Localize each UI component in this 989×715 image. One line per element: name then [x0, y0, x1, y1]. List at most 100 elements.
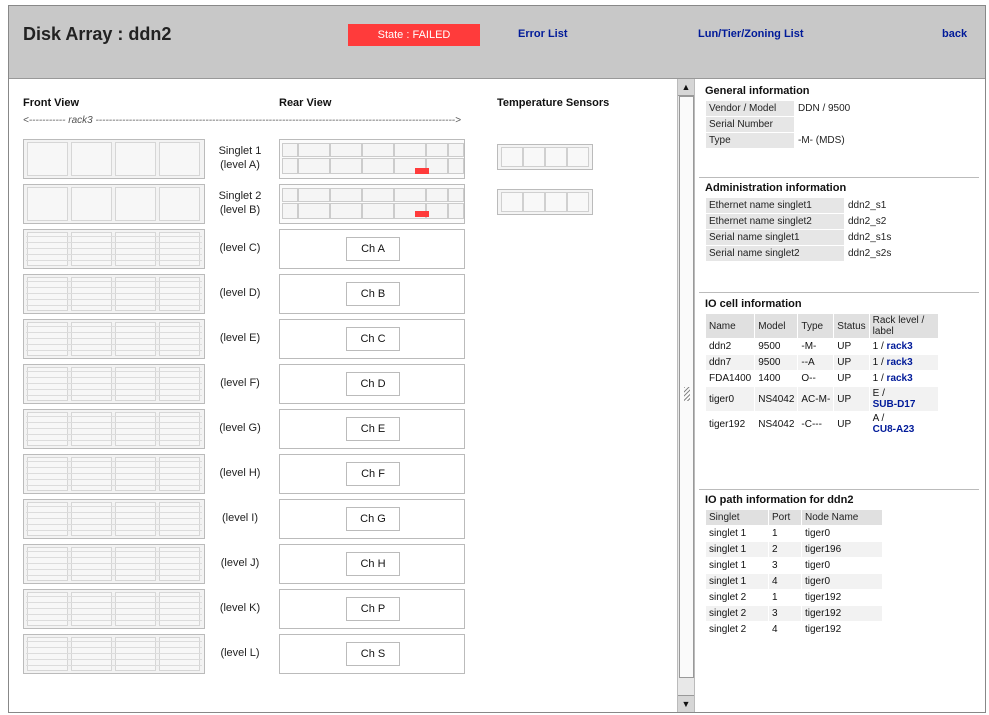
- singlet-rear-panel[interactable]: [279, 139, 465, 179]
- front-enclosure[interactable]: [23, 499, 205, 539]
- front-enclosure[interactable]: [23, 139, 205, 179]
- front-enclosure[interactable]: [23, 589, 205, 629]
- drive-stripe: [26, 248, 202, 249]
- cell-rack: 1 / rack3: [868, 354, 939, 371]
- rack-label[interactable]: rack3: [68, 115, 92, 126]
- channel-rear-panel[interactable]: Ch S: [279, 634, 465, 674]
- level-label: (level G): [219, 422, 261, 434]
- channel-rear-panel[interactable]: Ch E: [279, 409, 465, 449]
- channel-label[interactable]: Ch G: [346, 507, 400, 531]
- rack-label-link[interactable]: rack3: [887, 341, 913, 352]
- temperature-sensor-group[interactable]: [497, 189, 593, 215]
- level-label: (level L): [220, 647, 260, 659]
- rear-module: [282, 158, 298, 174]
- cell-status: UP: [833, 354, 870, 371]
- info-row: Type -M- (MDS): [705, 132, 937, 149]
- table-row[interactable]: singlet 1 3 tiger0: [705, 557, 883, 574]
- front-enclosure[interactable]: [23, 409, 205, 449]
- channel-label[interactable]: Ch P: [346, 597, 400, 621]
- admin-info-title: Administration information: [705, 182, 847, 194]
- grip-icon: [684, 387, 690, 401]
- table-row[interactable]: singlet 2 1 tiger192: [705, 589, 883, 606]
- rear-module: [362, 188, 394, 202]
- front-enclosure[interactable]: [23, 364, 205, 404]
- singlet-rear-panel[interactable]: [279, 184, 465, 224]
- channel-rear-panel[interactable]: Ch F: [279, 454, 465, 494]
- level-label: (level H): [219, 467, 261, 479]
- channel-label[interactable]: Ch H: [346, 552, 400, 576]
- rear-module: [394, 188, 426, 202]
- table-row[interactable]: singlet 1 2 tiger196: [705, 541, 883, 558]
- channel-rear-panel[interactable]: Ch A: [279, 229, 465, 269]
- channel-label[interactable]: Ch F: [346, 462, 400, 486]
- table-row[interactable]: singlet 1 1 tiger0: [705, 525, 883, 542]
- path-node: tiger192: [801, 605, 883, 622]
- drive-stripe: [26, 389, 202, 390]
- front-enclosure[interactable]: [23, 229, 205, 269]
- scroll-up-arrow-icon[interactable]: ▲: [678, 79, 694, 96]
- front-enclosure[interactable]: [23, 184, 205, 224]
- cell-model: 9500: [754, 354, 799, 371]
- rear-module: [362, 143, 394, 157]
- channel-label[interactable]: Ch A: [346, 237, 400, 261]
- rear-module: [362, 158, 394, 174]
- channel-label[interactable]: Ch S: [346, 642, 400, 666]
- lun-tier-zoning-link[interactable]: Lun/Tier/Zoning List: [698, 28, 804, 40]
- front-enclosure[interactable]: [23, 454, 205, 494]
- front-enclosure[interactable]: [23, 544, 205, 584]
- channel-label[interactable]: Ch C: [346, 327, 400, 351]
- singlet-level: (level A): [220, 159, 260, 171]
- table-row[interactable]: tiger192 NS4042 -C--- UP A / CU8-A23: [704, 411, 939, 437]
- rack-label-link[interactable]: rack3: [887, 357, 913, 368]
- table-row[interactable]: singlet 2 4 tiger192: [705, 621, 883, 638]
- vertical-scrollbar[interactable]: ▲ ▼: [677, 79, 695, 712]
- path-singlet: singlet 2: [705, 589, 769, 606]
- cell-type: -M-: [797, 338, 835, 355]
- front-view-heading: Front View: [23, 97, 80, 109]
- info-row: Serial name singlet2 ddn2_s2s: [705, 245, 907, 262]
- channel-label[interactable]: Ch D: [346, 372, 400, 396]
- drive-stripe: [26, 326, 202, 327]
- table-row[interactable]: tiger0 NS4042 AC-M- UP E / SUB-D17: [704, 386, 939, 412]
- front-enclosure[interactable]: [23, 274, 205, 314]
- channel-rear-panel[interactable]: Ch G: [279, 499, 465, 539]
- temperature-sensor: [501, 192, 523, 212]
- drive-stripe: [26, 254, 202, 255]
- drive-slot: [71, 142, 112, 176]
- cell-name: ddn2: [704, 338, 756, 355]
- path-singlet: singlet 1: [705, 573, 769, 590]
- path-port: 3: [768, 605, 802, 622]
- channel-label[interactable]: Ch B: [346, 282, 400, 306]
- level-label: (level I): [221, 512, 259, 524]
- channel-rear-panel[interactable]: Ch C: [279, 319, 465, 359]
- info-key: Vendor / Model: [705, 100, 795, 117]
- back-link[interactable]: back: [942, 28, 967, 40]
- channel-rear-panel[interactable]: Ch P: [279, 589, 465, 629]
- channel-rear-panel[interactable]: Ch H: [279, 544, 465, 584]
- front-enclosure[interactable]: [23, 319, 205, 359]
- drive-stripe: [26, 524, 202, 525]
- info-row: Serial Number: [705, 116, 937, 133]
- table-row[interactable]: singlet 1 4 tiger0: [705, 573, 883, 590]
- rear-view-heading: Rear View: [279, 97, 332, 109]
- table-row[interactable]: FDA1400 1400 O-- UP 1 / rack3: [704, 370, 939, 387]
- rack-level: 1 /: [872, 357, 884, 368]
- rack-label-link[interactable]: rack3: [887, 373, 913, 384]
- table-row[interactable]: ddn7 9500 --A UP 1 / rack3: [704, 354, 939, 371]
- front-enclosure[interactable]: [23, 634, 205, 674]
- column-header: Singlet: [705, 509, 769, 526]
- fault-led: [415, 168, 429, 174]
- rack-label-link[interactable]: CU8-A23: [873, 424, 915, 435]
- channel-rear-panel[interactable]: Ch D: [279, 364, 465, 404]
- rack-label-link[interactable]: SUB-D17: [873, 399, 916, 410]
- channel-rear-panel[interactable]: Ch B: [279, 274, 465, 314]
- temperature-sensor-group[interactable]: [497, 144, 593, 170]
- table-row[interactable]: singlet 2 3 tiger192: [705, 605, 883, 622]
- scroll-thumb[interactable]: [679, 96, 694, 678]
- table-row[interactable]: ddn2 9500 -M- UP 1 / rack3: [704, 338, 939, 355]
- drive-slot: [27, 187, 68, 221]
- error-list-link[interactable]: Error List: [518, 28, 568, 40]
- path-node: tiger0: [801, 525, 883, 542]
- channel-label[interactable]: Ch E: [346, 417, 400, 441]
- scroll-down-arrow-icon[interactable]: ▼: [678, 695, 694, 712]
